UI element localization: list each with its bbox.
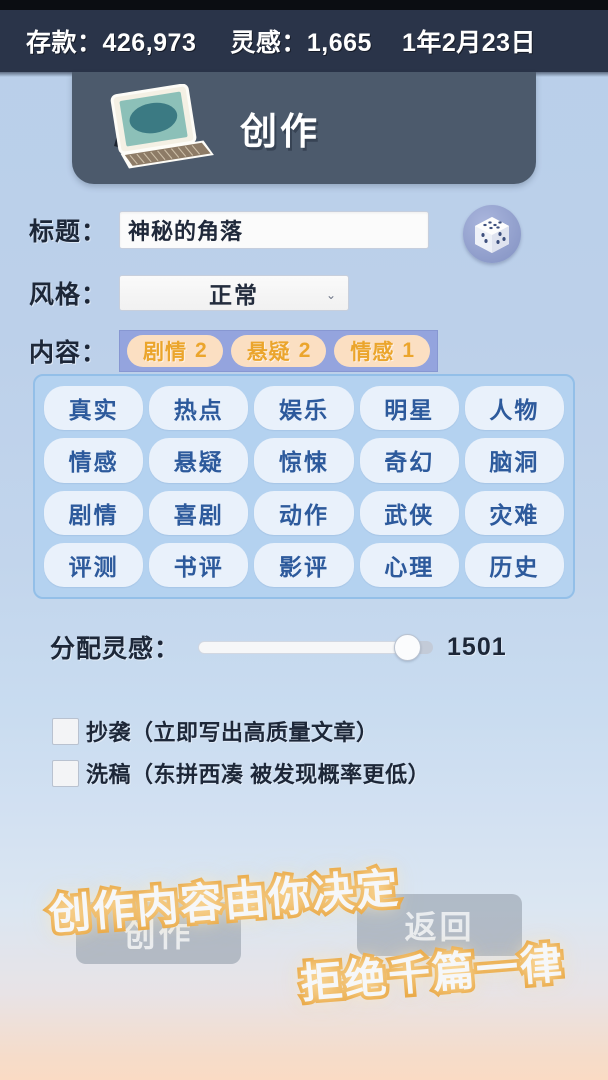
- tag-option[interactable]: 心理: [359, 542, 459, 587]
- style-row: 风格： 正常 ⌄: [0, 273, 608, 313]
- inspiration-slider[interactable]: [198, 625, 434, 669]
- tag-option[interactable]: 娱乐: [254, 386, 354, 431]
- rewrite-checkbox[interactable]: [52, 759, 79, 787]
- plagiarize-checkbox[interactable]: [52, 717, 79, 745]
- selected-tag-name: 情感: [350, 341, 395, 364]
- selected-tag[interactable]: 剧情 2: [127, 335, 223, 367]
- plagiarize-label: 抄袭（立即写出高质量文章）: [86, 720, 379, 745]
- content-row: 内容： 剧情 2 悬疑 2 情感 1: [0, 330, 608, 372]
- promo-line-2: 拒绝千篇一律: [295, 936, 569, 1011]
- device-top-strip: [0, 0, 608, 10]
- tag-grid: 真实 热点 娱乐 明星 人物 情感 悬疑 惊悚 奇幻 脑洞 剧情 喜剧 动作 武…: [33, 374, 575, 599]
- status-bar: 存款：426,973 灵感：1,665 1年2月23日: [0, 10, 608, 72]
- selected-tag[interactable]: 情感 1: [334, 335, 431, 367]
- tag-option[interactable]: 热点: [149, 386, 249, 431]
- creation-screen: 存款：426,973 灵感：1,665 1年2月23日 创作 标题： 神秘的角落…: [0, 0, 608, 1080]
- tag-option[interactable]: 评测: [44, 542, 144, 587]
- selected-tag-name: 剧情: [143, 341, 187, 364]
- inspiration-stat: 灵感：1,665: [230, 29, 372, 57]
- slider-fill: [198, 641, 408, 654]
- laptop-icon: [96, 83, 216, 172]
- tag-option[interactable]: 脑洞: [464, 438, 564, 483]
- tag-option[interactable]: 动作: [254, 490, 354, 535]
- selected-tags-strip: 剧情 2 悬疑 2 情感 1: [119, 330, 439, 372]
- dice-icon: [475, 217, 509, 253]
- selected-tag-count: 1: [402, 339, 415, 362]
- page-header: 创作: [72, 72, 536, 184]
- tag-option[interactable]: 人物: [464, 386, 564, 431]
- slider-thumb[interactable]: [394, 634, 422, 661]
- date-stat: 1年2月23日: [401, 29, 537, 57]
- inspiration-slider-row: 分配灵感： 1501: [0, 625, 608, 669]
- money-stat: 存款：426,973: [26, 29, 197, 57]
- tag-option[interactable]: 惊悚: [254, 438, 354, 483]
- selected-tag-count: 2: [195, 339, 207, 362]
- tag-option[interactable]: 书评: [149, 542, 249, 587]
- style-select[interactable]: 正常 ⌄: [119, 275, 349, 311]
- tag-option[interactable]: 真实: [44, 386, 144, 431]
- chevron-down-icon: ⌄: [325, 288, 336, 302]
- tag-option[interactable]: 武侠: [359, 490, 459, 535]
- tag-option[interactable]: 悬疑: [149, 438, 249, 483]
- selected-tag-count: 2: [298, 339, 311, 362]
- tag-option[interactable]: 喜剧: [149, 490, 249, 535]
- selected-tag-name: 悬疑: [246, 341, 291, 364]
- random-title-dice-button[interactable]: [463, 205, 521, 263]
- tag-option[interactable]: 影评: [254, 542, 354, 587]
- title-input[interactable]: [119, 211, 429, 249]
- rewrite-checkbox-row[interactable]: 洗稿（东拼西凑 被发现概率更低）: [52, 757, 430, 789]
- plagiarize-checkbox-row[interactable]: 抄袭（立即写出高质量文章）: [52, 715, 379, 747]
- tag-option[interactable]: 情感: [44, 438, 144, 483]
- tag-option[interactable]: 明星: [359, 386, 459, 431]
- tag-option[interactable]: 奇幻: [359, 438, 459, 483]
- title-label: 标题：: [29, 218, 108, 246]
- tag-option[interactable]: 历史: [464, 542, 564, 587]
- style-label: 风格：: [29, 281, 108, 309]
- tag-option[interactable]: 剧情: [44, 490, 144, 535]
- tag-option[interactable]: 灾难: [464, 490, 564, 535]
- content-label: 内容：: [29, 339, 108, 367]
- inspiration-slider-label: 分配灵感：: [50, 635, 181, 663]
- selected-tag[interactable]: 悬疑 2: [230, 335, 327, 367]
- style-select-value: 正常: [209, 282, 259, 308]
- inspiration-slider-value: 1501: [447, 632, 507, 661]
- rewrite-label: 洗稿（东拼西凑 被发现概率更低）: [86, 762, 431, 787]
- page-title: 创作: [240, 111, 320, 152]
